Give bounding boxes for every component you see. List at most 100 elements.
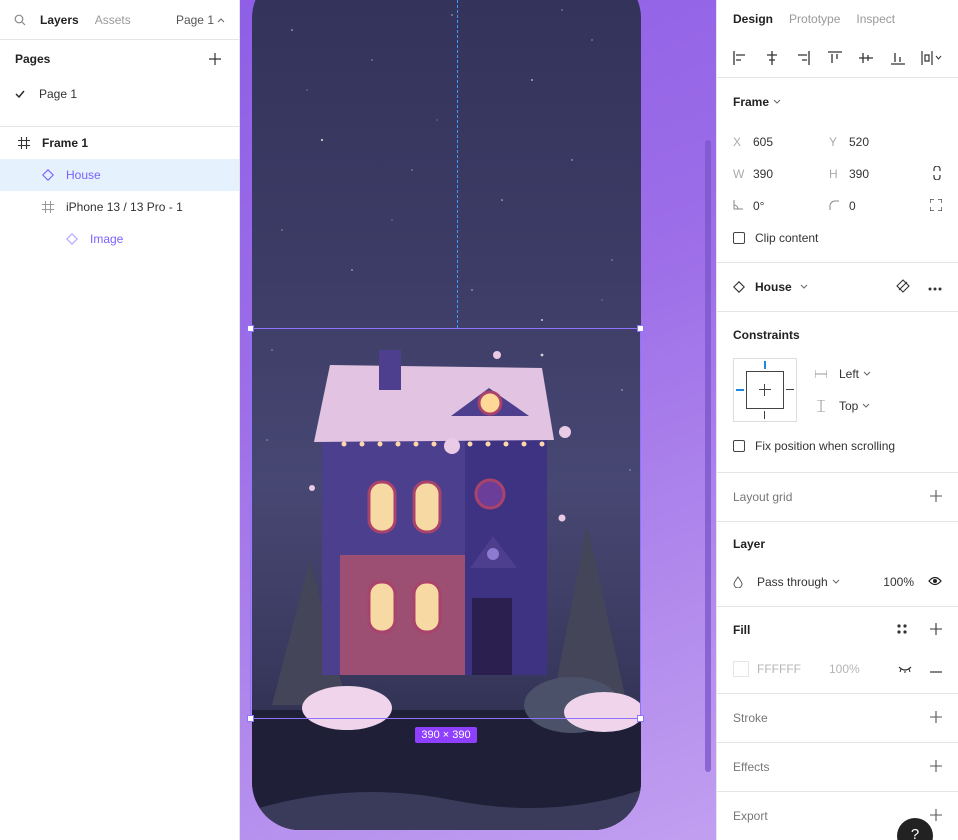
layer-image[interactable]: Image xyxy=(0,223,239,255)
component-icon xyxy=(64,231,80,247)
resize-handle-top-left[interactable] xyxy=(247,325,254,332)
horizontal-constraint-value: Left xyxy=(839,367,860,381)
page-selector[interactable]: Page 1 xyxy=(176,13,225,27)
horizontal-constraint-dropdown[interactable]: Left xyxy=(815,358,871,390)
layer-label: iPhone 13 / 13 Pro - 1 xyxy=(66,200,183,214)
fix-position-row[interactable]: Fix position when scrolling xyxy=(733,430,942,462)
size-row: W 390 H 390 xyxy=(733,158,942,190)
add-layout-grid-button[interactable] xyxy=(930,489,942,505)
layout-grid-title: Layout grid xyxy=(733,490,793,504)
add-stroke-button[interactable] xyxy=(930,710,942,726)
clip-content-row[interactable]: Clip content xyxy=(733,222,942,254)
right-panel-tabs: Design Prototype Inspect xyxy=(717,0,958,38)
add-page-button[interactable] xyxy=(206,50,224,68)
fill-hex-input[interactable]: FFFFFF xyxy=(757,662,829,676)
layer-label: House xyxy=(66,168,101,182)
add-export-button[interactable] xyxy=(930,808,942,824)
align-top-icon[interactable] xyxy=(824,47,846,69)
tab-inspect[interactable]: Inspect xyxy=(856,12,895,26)
distribute-icon[interactable] xyxy=(918,47,946,69)
constraints-section: Constraints Left Top Fix position when s… xyxy=(717,312,958,473)
selection-box[interactable] xyxy=(250,328,641,719)
vertical-constraint-value: Top xyxy=(839,399,859,413)
add-effect-button[interactable] xyxy=(930,759,942,775)
frame-title: Frame xyxy=(733,95,770,109)
fill-header: Fill xyxy=(733,607,942,653)
properties-panel: Design Prototype Inspect Frame X 605 Y 5… xyxy=(716,0,958,840)
x-input[interactable]: 605 xyxy=(753,135,829,149)
tab-layers[interactable]: Layers xyxy=(40,13,79,27)
position-row: X 605 Y 520 xyxy=(733,126,942,158)
frame-header[interactable]: Frame xyxy=(733,78,942,126)
blend-mode-dropdown[interactable]: Pass through xyxy=(757,575,828,589)
layer-house[interactable]: House xyxy=(0,159,239,191)
page-selector-label: Page 1 xyxy=(175,12,214,27)
pages-header: Pages xyxy=(0,40,239,78)
constrain-proportions-icon[interactable] xyxy=(932,164,942,183)
fill-opacity-input[interactable]: 100% xyxy=(829,662,860,676)
vertical-constraint-dropdown[interactable]: Top xyxy=(815,390,871,422)
component-name[interactable]: House xyxy=(755,280,792,294)
chevron-down-icon xyxy=(773,99,781,104)
layer-frame-1[interactable]: Frame 1 xyxy=(0,127,239,159)
frame-icon xyxy=(16,135,32,151)
tab-design[interactable]: Design xyxy=(733,12,773,26)
plus-icon xyxy=(930,808,942,821)
pages-title: Pages xyxy=(15,52,51,66)
h-input[interactable]: 390 xyxy=(849,167,925,181)
resize-handle-top-right[interactable] xyxy=(637,325,644,332)
corner-radius-input[interactable]: 0 xyxy=(849,199,925,213)
more-options-icon[interactable] xyxy=(928,280,942,294)
chevron-up-icon xyxy=(217,17,225,22)
export-title: Export xyxy=(733,809,768,823)
align-right-icon[interactable] xyxy=(792,47,814,69)
resize-handle-bottom-right[interactable] xyxy=(637,715,644,722)
fill-title: Fill xyxy=(733,623,751,637)
plus-icon xyxy=(209,53,221,65)
search-icon[interactable] xyxy=(14,14,30,26)
detach-instance-icon[interactable] xyxy=(896,278,910,296)
fix-position-label: Fix position when scrolling xyxy=(755,439,896,453)
page-item-page-1[interactable]: Page 1 xyxy=(0,78,239,110)
chevron-down-icon[interactable] xyxy=(800,284,808,290)
rotation-icon xyxy=(733,199,753,213)
align-bottom-icon[interactable] xyxy=(887,47,909,69)
fill-row: FFFFFF 100% xyxy=(733,653,942,685)
vertical-scrollbar[interactable] xyxy=(705,140,711,772)
style-picker-icon[interactable] xyxy=(896,623,908,638)
resize-handle-bottom-left[interactable] xyxy=(247,715,254,722)
align-vertical-center-icon[interactable] xyxy=(855,47,877,69)
page-item-label: Page 1 xyxy=(39,87,78,101)
align-left-icon[interactable] xyxy=(729,47,751,69)
w-label: W xyxy=(733,167,745,181)
layer-section: Layer Pass through 100% xyxy=(717,522,958,607)
layer-title: Layer xyxy=(733,537,766,551)
layer-label: Frame 1 xyxy=(42,136,89,150)
plus-icon xyxy=(930,710,942,723)
fill-swatch[interactable] xyxy=(733,661,749,677)
y-input[interactable]: 520 xyxy=(849,135,925,149)
constraints-header: Constraints xyxy=(733,312,942,358)
align-horizontal-center-icon[interactable] xyxy=(761,47,783,69)
fix-position-checkbox[interactable] xyxy=(733,440,745,452)
eye-icon[interactable] xyxy=(928,575,942,589)
clip-content-checkbox[interactable] xyxy=(733,232,745,244)
add-fill-button[interactable] xyxy=(930,622,942,638)
dimension-badge: 390 × 390 xyxy=(415,727,477,743)
corner-radius-icon xyxy=(829,199,849,213)
remove-fill-icon[interactable] xyxy=(930,662,942,676)
eye-closed-icon[interactable] xyxy=(898,662,912,676)
rotation-input[interactable]: 0° xyxy=(753,199,829,213)
alignment-toolbar xyxy=(717,38,958,78)
tab-prototype[interactable]: Prototype xyxy=(789,12,840,26)
constraints-widget[interactable] xyxy=(733,358,797,422)
vertical-constraint-icon xyxy=(817,400,825,412)
chevron-down-icon xyxy=(863,403,870,408)
layer-opacity-input[interactable]: 100% xyxy=(883,575,914,589)
independent-corners-icon[interactable] xyxy=(929,197,943,214)
y-label: Y xyxy=(829,135,838,149)
w-input[interactable]: 390 xyxy=(753,167,829,181)
layer-iphone-frame[interactable]: iPhone 13 / 13 Pro - 1 xyxy=(0,191,239,223)
layer-header: Layer xyxy=(733,522,942,566)
tab-assets[interactable]: Assets xyxy=(95,13,131,27)
